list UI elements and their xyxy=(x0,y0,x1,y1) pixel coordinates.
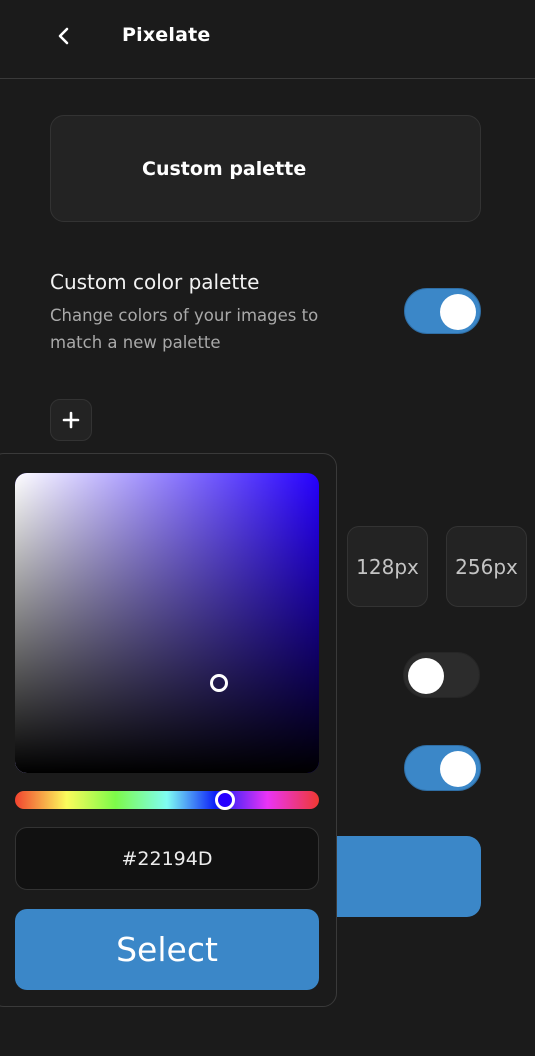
select-color-button[interactable]: Select xyxy=(15,909,319,990)
custom-color-palette-title: Custom color palette xyxy=(50,270,260,294)
toggle-knob xyxy=(408,658,444,694)
custom-color-palette-toggle[interactable] xyxy=(404,288,481,334)
plus-icon xyxy=(62,411,80,429)
hex-color-input[interactable] xyxy=(15,827,319,890)
color-picker-handle[interactable] xyxy=(209,674,228,692)
size-option-256[interactable]: 256px xyxy=(446,526,527,607)
saturation-value-area[interactable] xyxy=(15,473,319,773)
size-option-128[interactable]: 128px xyxy=(347,526,428,607)
setting-toggle-1[interactable] xyxy=(403,652,480,698)
custom-palette-card-label: Custom palette xyxy=(142,158,307,180)
back-button[interactable] xyxy=(50,22,78,50)
custom-palette-card[interactable]: Custom palette xyxy=(50,115,481,222)
hue-slider-thumb[interactable] xyxy=(215,790,236,810)
add-color-button[interactable] xyxy=(50,399,92,441)
page-title: Pixelate xyxy=(122,24,211,46)
custom-color-palette-description: Change colors of your images to match a … xyxy=(50,306,319,352)
setting-toggle-2[interactable] xyxy=(404,745,481,791)
chevron-left-icon xyxy=(58,27,69,45)
color-picker-popover: Select xyxy=(0,453,337,1007)
toggle-knob xyxy=(440,751,476,787)
app-header: Pixelate xyxy=(0,0,535,79)
sv-black-layer xyxy=(15,473,319,773)
toggle-knob xyxy=(440,294,476,330)
hue-slider[interactable] xyxy=(15,790,319,810)
